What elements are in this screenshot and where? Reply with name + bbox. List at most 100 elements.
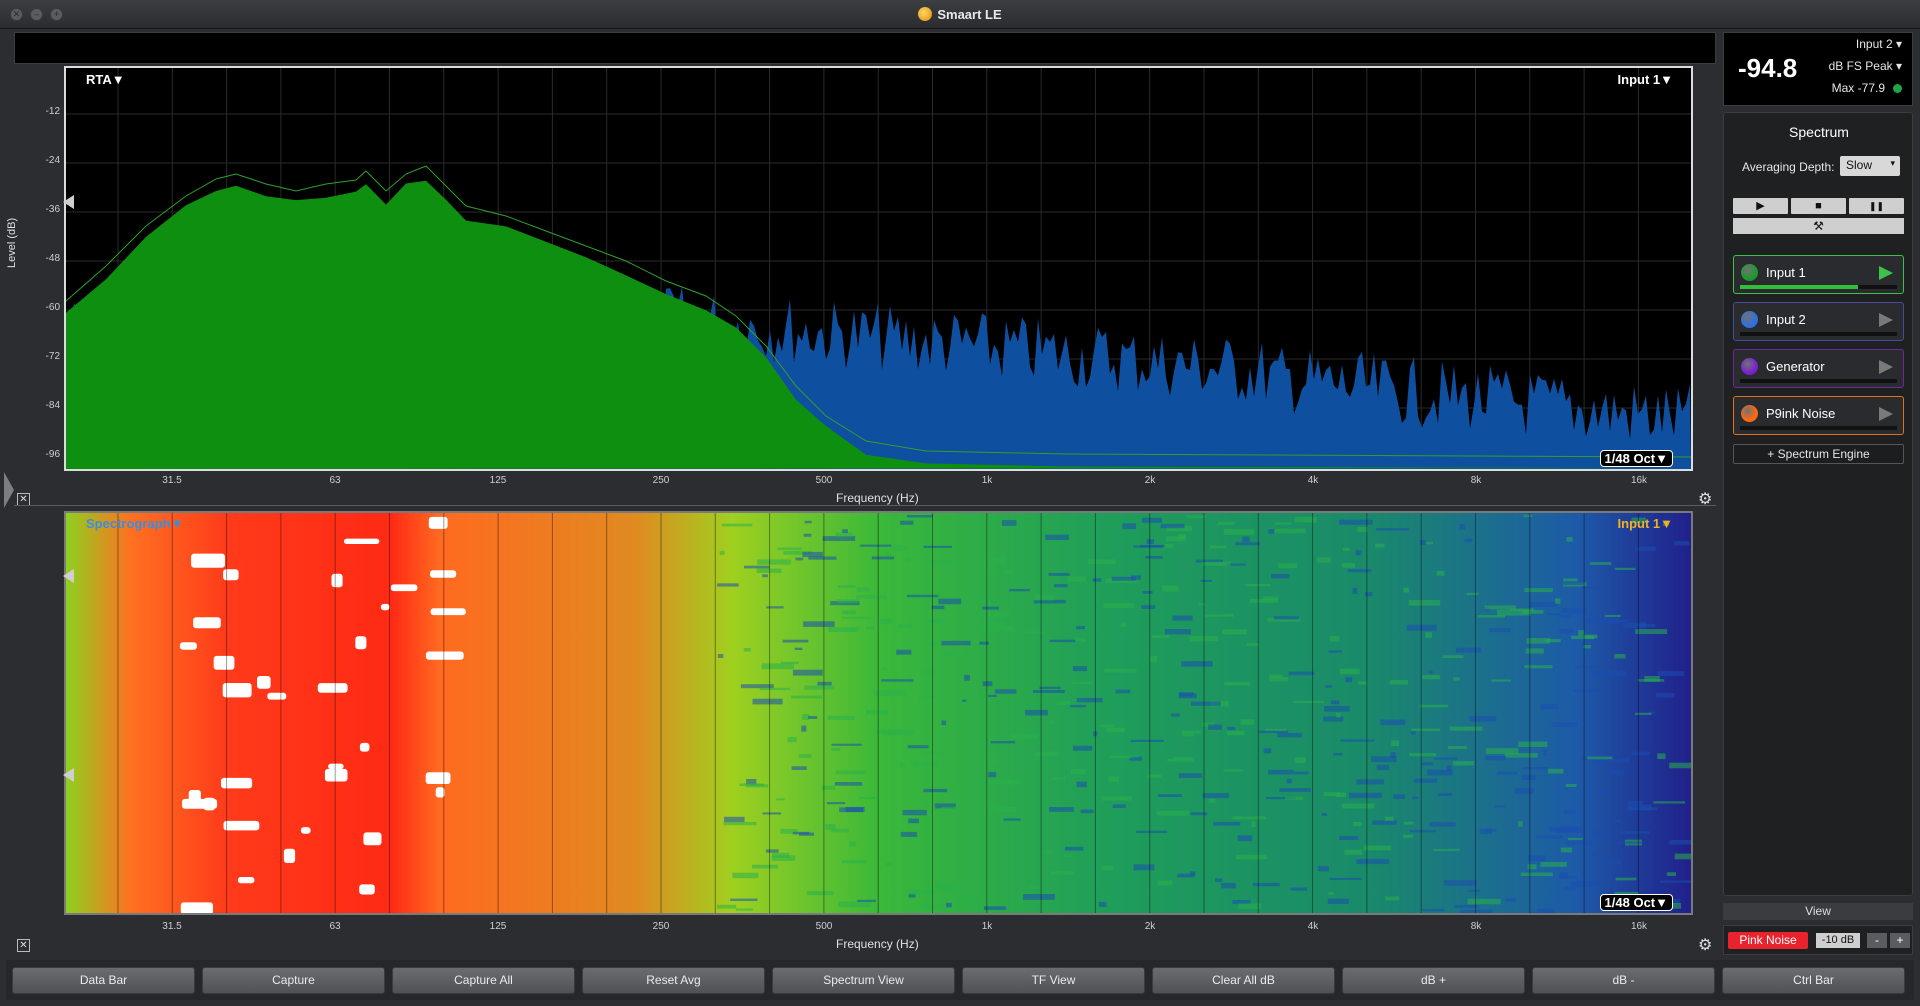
channel-play-icon[interactable] <box>1879 360 1893 374</box>
spectrograph-plot[interactable]: Spectrograph▼ Input 1▼ 1/48 Oct▼ <box>64 511 1693 915</box>
spectrograph-upper-marker[interactable] <box>63 569 74 583</box>
spectrograph-texture <box>1347 569 1372 573</box>
tools-button[interactable]: ⚒ <box>1733 218 1904 234</box>
spectrograph-texture <box>1160 523 1185 529</box>
rta-x-tick-label: 31.5 <box>162 475 182 486</box>
spectrograph-texture <box>1560 608 1586 614</box>
sidebar-toggle-handle[interactable] <box>4 472 14 508</box>
spectrograph-texture <box>859 796 878 800</box>
channel-level-meter <box>1740 332 1897 336</box>
ctrl-bar-button[interactable]: Ctrl Bar <box>1722 967 1905 994</box>
spectrograph-x-tick-label: 8k <box>1470 921 1482 932</box>
spectrograph-texture <box>732 872 759 879</box>
pink-noise-button[interactable]: Pink Noise <box>1728 932 1808 949</box>
spectrograph-texture <box>1428 670 1433 674</box>
channel-p9ink-noise[interactable]: P9ink Noise <box>1733 396 1904 435</box>
spectrograph-texture <box>1604 860 1622 865</box>
spectrograph-x-axis-title: Frequency (Hz) <box>836 937 919 951</box>
spectrograph-texture <box>1100 796 1132 801</box>
spectrograph-texture <box>1618 757 1629 763</box>
spectrograph-texture <box>946 902 952 908</box>
spectrograph-texture <box>1433 848 1460 851</box>
meter-unit-select[interactable]: dB FS Peak ▾ <box>1829 59 1902 73</box>
rta-y-tick-label: -24 <box>45 155 60 166</box>
add-spectrum-engine-button[interactable]: + Spectrum Engine <box>1733 444 1904 464</box>
rta-resolution-dropdown[interactable]: 1/48 Oct▼ <box>1599 450 1673 467</box>
channel-play-icon[interactable] <box>1879 407 1893 421</box>
spectrograph-texture <box>1120 622 1126 627</box>
spectrograph-texture <box>1635 712 1652 715</box>
channel-play-icon[interactable] <box>1879 266 1893 280</box>
rta-threshold-marker[interactable] <box>63 195 74 209</box>
spectrograph-texture <box>871 556 894 560</box>
spectrograph-texture <box>1459 523 1466 530</box>
channel-input-2[interactable]: Input 2 <box>1733 302 1904 341</box>
spectrograph-texture <box>1274 528 1306 534</box>
spectrograph-hotspot <box>180 902 213 913</box>
spectrograph-texture <box>1238 903 1261 910</box>
channel-play-icon[interactable] <box>1879 313 1893 327</box>
close-spectrograph-icon[interactable]: ✕ <box>17 939 30 952</box>
channel-name: Generator <box>1766 359 1825 374</box>
clear-all-db-button[interactable]: Clear All dB <box>1152 967 1335 994</box>
meter-input-select[interactable]: Input 2 ▾ <box>1856 37 1902 51</box>
spectrograph-texture <box>935 881 959 887</box>
spectrograph-texture <box>1518 821 1523 827</box>
capture-all-button[interactable]: Capture All <box>392 967 575 994</box>
spectrograph-texture <box>909 889 934 895</box>
rta-y-tick-label: -12 <box>45 106 60 117</box>
spectrograph-texture <box>1403 821 1414 825</box>
spectrograph-texture <box>1545 639 1561 643</box>
spectrograph-x-tick-label: 1k <box>981 921 993 932</box>
spectrograph-mode-dropdown[interactable]: Spectrograph▼ <box>86 516 183 531</box>
control-title: Spectrum <box>1789 124 1849 140</box>
spectrograph-texture <box>1237 835 1253 842</box>
spectrograph-texture <box>1033 599 1066 604</box>
spectrograph-texture <box>1006 779 1022 785</box>
spectrograph-texture <box>1524 665 1553 669</box>
spectrum-view-button[interactable]: Spectrum View <box>772 967 955 994</box>
reset-avg-button[interactable]: Reset Avg <box>582 967 765 994</box>
spectrograph-texture <box>1659 880 1691 883</box>
spectrograph-texture <box>1578 630 1584 636</box>
spectrograph-texture <box>1547 613 1562 616</box>
generator-minus-button[interactable]: - <box>1867 933 1887 948</box>
spectrograph-hotspot <box>182 798 218 809</box>
view-button[interactable]: View <box>1723 903 1913 920</box>
spectrograph-resolution-dropdown[interactable]: 1/48 Oct▼ <box>1599 894 1673 911</box>
pause-button[interactable]: ❚❚ <box>1849 198 1904 214</box>
generator-plus-button[interactable]: + <box>1890 933 1910 948</box>
db-button[interactable]: dB - <box>1532 967 1715 994</box>
data-bar-button[interactable]: Data Bar <box>12 967 195 994</box>
spectrograph-texture <box>1158 794 1182 797</box>
spectrograph-settings-gear-icon[interactable]: ⚙ <box>1698 935 1712 955</box>
spectrograph-input-dropdown[interactable]: Input 1▼ <box>1618 516 1673 531</box>
meter-max: Max -77.9 <box>1832 81 1902 95</box>
rta-settings-gear-icon[interactable]: ⚙ <box>1698 489 1712 509</box>
play-button[interactable]: ▶ <box>1733 198 1788 214</box>
spectrograph-texture <box>1215 878 1223 882</box>
spectrograph-texture <box>756 568 782 573</box>
channel-input-1[interactable]: Input 1 <box>1733 255 1904 294</box>
capture-button[interactable]: Capture <box>202 967 385 994</box>
spectrograph-texture <box>1108 776 1119 783</box>
stop-button[interactable]: ■ <box>1791 198 1846 214</box>
spectrograph-texture <box>908 894 916 898</box>
rta-input-dropdown[interactable]: Input 1▼ <box>1618 72 1673 87</box>
spectrograph-texture <box>839 807 864 813</box>
tf-view-button[interactable]: TF View <box>962 967 1145 994</box>
db-button[interactable]: dB + <box>1342 967 1525 994</box>
rta-mode-dropdown[interactable]: RTA▼ <box>86 72 125 87</box>
rta-plot[interactable]: RTA▼ Input 1▼ 1/48 Oct▼ <box>64 66 1693 471</box>
channel-level-meter <box>1740 379 1897 383</box>
spectrograph-lower-marker[interactable] <box>63 768 74 782</box>
spectrograph-texture <box>1025 709 1048 716</box>
spectrograph-texture <box>1232 816 1267 820</box>
channel-generator[interactable]: Generator <box>1733 349 1904 388</box>
averaging-depth-select[interactable]: Slow ▾ <box>1840 156 1900 176</box>
rta-x-tick-label: 2k <box>1144 475 1156 486</box>
rta-x-tick-label: 63 <box>329 475 341 486</box>
spectrograph-hotspot <box>317 683 348 693</box>
spectrograph-texture <box>1223 529 1255 535</box>
spectrograph-texture <box>1614 567 1636 570</box>
